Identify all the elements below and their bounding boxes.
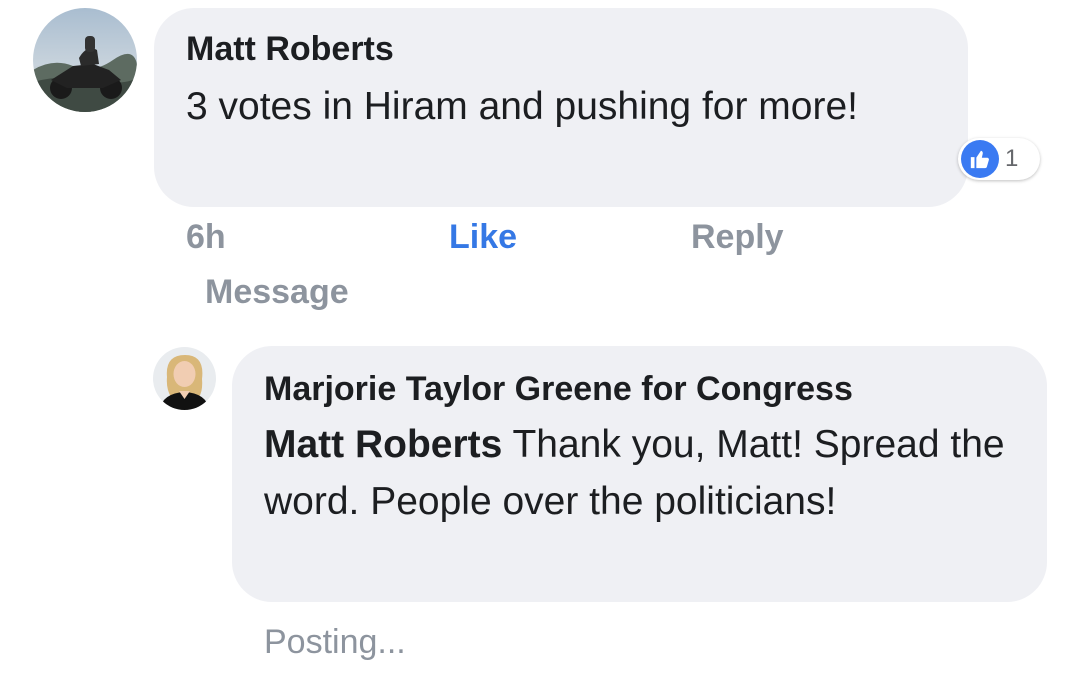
thumbs-up-icon (970, 150, 989, 169)
reply-author[interactable]: Marjorie Taylor Greene for Congress (264, 369, 853, 409)
comment-text: 3 votes in Hiram and pushing for more! (186, 85, 858, 128)
reaction-badge[interactable]: 1 (958, 138, 1040, 180)
motorcycle-avatar-icon (33, 8, 137, 112)
posting-status: Posting... (264, 623, 406, 661)
message-button[interactable]: Message (205, 270, 349, 314)
reaction-count: 1 (1005, 145, 1019, 172)
comment-timestamp: 6h (186, 218, 226, 256)
mention-link[interactable]: Matt Roberts (264, 423, 502, 466)
reply-avatar[interactable] (153, 347, 216, 410)
woman-portrait-avatar-icon (153, 347, 216, 410)
reply-button[interactable]: Reply (691, 215, 784, 259)
reply-text: Matt Roberts Thank you, Matt! Spread the… (264, 416, 1024, 530)
avatar[interactable] (33, 8, 137, 112)
comment-author[interactable]: Matt Roberts (186, 29, 394, 69)
like-reaction-icon (961, 140, 999, 178)
like-button[interactable]: Like (449, 215, 517, 259)
